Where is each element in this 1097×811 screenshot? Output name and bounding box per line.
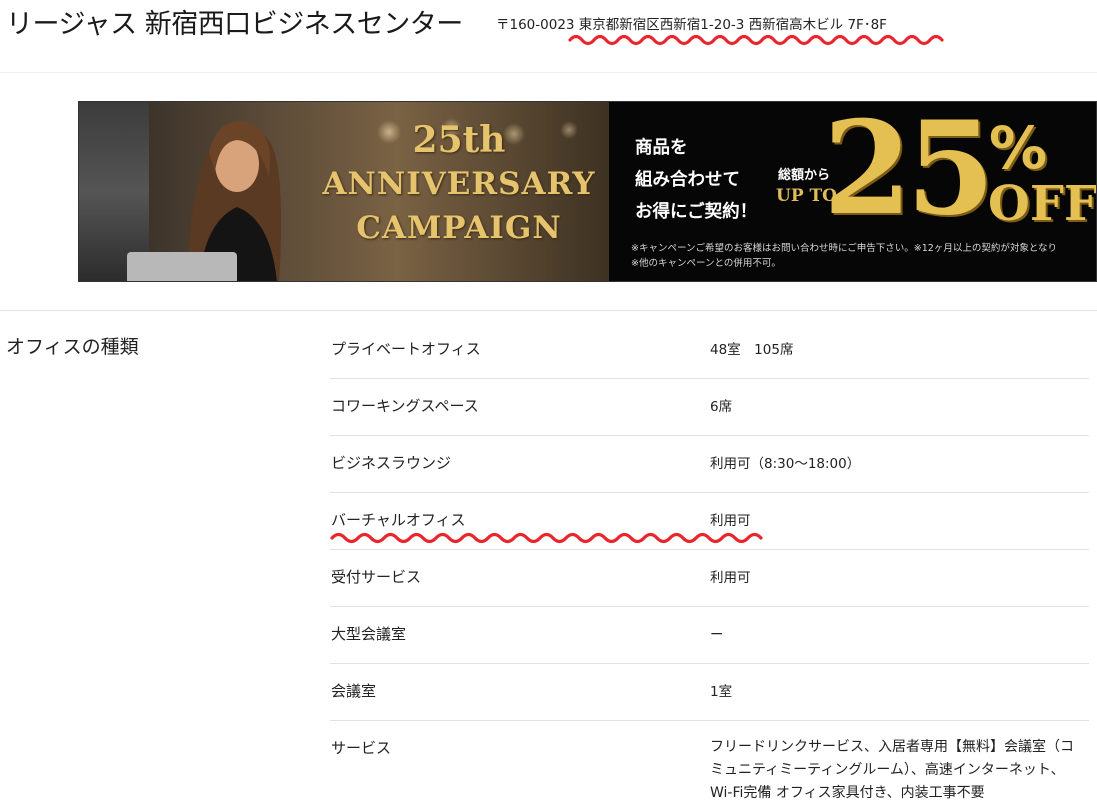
- table-row: 受付サービス 利用可: [330, 550, 1089, 607]
- table-row: ビジネスラウンジ 利用可（8:30～18:00）: [330, 436, 1089, 493]
- row-value: 6席: [710, 399, 733, 415]
- address-text: 〒160-0023 東京都新宿区西新宿1-20-3 西新宿高木ビル 7F･8F: [496, 17, 887, 33]
- virtual-office-highlight-wave: [330, 532, 763, 544]
- banner-promo-panel: 商品を 組み合わせて お得にご契約！ 総額から UP TO 25 % OFF ※…: [609, 101, 1097, 281]
- promo-copy: 商品を 組み合わせて お得にご契約！: [635, 132, 757, 228]
- anniversary-word: ANNIVERSARY: [322, 166, 596, 202]
- promo-footnote: ※キャンペーンご希望のお客様はお問い合わせ時にご申告下さい。※12ヶ月以上の契約…: [631, 241, 1057, 271]
- row-value: フリードリンクサービス、入居者専用【無料】会議室（コミュニティミーティングルーム…: [710, 739, 1074, 801]
- table-row: コワーキングスペース 6席: [330, 379, 1089, 436]
- row-label: 会議室: [331, 682, 377, 700]
- banner-photo: 25th ANNIVERSARY CAMPAIGN: [79, 102, 609, 281]
- promo-line-2: 組み合わせて: [635, 170, 740, 190]
- banner-laptop-image: [127, 252, 237, 281]
- row-label: ビジネスラウンジ: [331, 454, 452, 472]
- row-label: プライベートオフィス: [331, 340, 481, 358]
- table-row: 会議室 1室: [330, 664, 1089, 721]
- row-label: 受付サービス: [331, 568, 422, 586]
- promo-off-label: OFF: [988, 176, 1097, 232]
- page-header: リージャス 新宿西口ビジネスセンター 〒160-0023 東京都新宿区西新宿1-…: [0, 0, 1097, 73]
- page-title: リージャス 新宿西口ビジネスセンター: [6, 9, 463, 40]
- campaign-word: CAMPAIGN: [356, 210, 562, 246]
- promo-discount-number: 25: [823, 101, 995, 244]
- table-row: プライベートオフィス 48室 105席: [330, 322, 1089, 379]
- anniversary-logo: 25th ANNIVERSARY CAMPAIGN: [309, 118, 609, 250]
- office-detail-page: リージャス 新宿西口ビジネスセンター 〒160-0023 東京都新宿区西新宿1-…: [0, 0, 1097, 811]
- office-types-heading: オフィスの種類: [6, 336, 139, 358]
- promo-footnote-line-2: ※他のキャンペーンとの併用不可。: [631, 258, 781, 269]
- table-row: 大型会議室 ー: [330, 607, 1089, 664]
- row-label: バーチャルオフィス: [331, 511, 466, 529]
- section-divider: [0, 310, 1097, 311]
- promo-line-3: お得にご契約！: [635, 202, 758, 222]
- campaign-banner[interactable]: 25th ANNIVERSARY CAMPAIGN 商品を 組み合わせて お得に…: [78, 101, 1097, 282]
- office-types-table: プライベートオフィス 48室 105席 コワーキングスペース 6席 ビジネスラウ…: [330, 322, 1089, 811]
- row-value: 利用可（8:30～18:00）: [710, 456, 861, 472]
- promo-footnote-line-1: ※キャンペーンご希望のお客様はお問い合わせ時にご申告下さい。※12ヶ月以上の契約…: [631, 243, 1058, 254]
- row-label: 大型会議室: [331, 625, 407, 643]
- row-value: 48室 105席: [710, 342, 794, 358]
- promo-line-1: 商品を: [635, 138, 688, 158]
- anniversary-number: 25th: [412, 119, 506, 161]
- row-label: サービス: [331, 739, 392, 757]
- table-row: サービス フリードリンクサービス、入居者専用【無料】会議室（コミュニティミーティ…: [330, 721, 1089, 811]
- table-row: バーチャルオフィス 利用可: [330, 493, 1089, 550]
- row-value: 1室: [710, 684, 733, 700]
- promo-percent-sign: %: [989, 114, 1048, 182]
- address-highlight-wave: [568, 34, 944, 46]
- row-value: 利用可: [710, 570, 751, 586]
- row-value: ー: [710, 627, 724, 643]
- row-label: コワーキングスペース: [331, 397, 479, 415]
- row-value: 利用可: [710, 513, 751, 529]
